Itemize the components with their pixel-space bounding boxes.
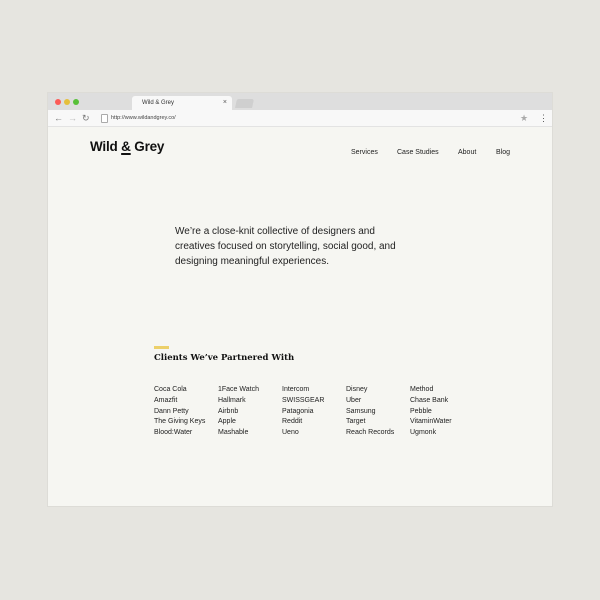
- forward-arrow-icon[interactable]: →: [68, 112, 77, 124]
- client-name: Amazfit: [154, 396, 178, 404]
- client-name: Mashable: [218, 429, 249, 437]
- clients-column: Disney Uber Samsung Target Reach Records: [346, 385, 394, 439]
- new-tab-button[interactable]: [235, 99, 254, 108]
- title-bar: Wild & Grey ×: [48, 93, 552, 110]
- nav-blog[interactable]: Blog: [496, 149, 510, 156]
- clients-column: 1Face Watch Hallmark Airbnb Apple Mashab…: [218, 385, 259, 439]
- logo-ampersand: &: [121, 139, 131, 154]
- client-name: Uber: [346, 396, 362, 404]
- nav-case-studies[interactable]: Case Studies: [397, 149, 439, 156]
- client-name: Reach Records: [346, 429, 395, 437]
- client-name: Method: [410, 386, 434, 393]
- menu-dots-icon[interactable]: ⋮: [539, 112, 548, 124]
- nav-services[interactable]: Services: [351, 149, 378, 156]
- browser-tab[interactable]: Wild & Grey ×: [132, 96, 232, 110]
- accent-bar: [154, 346, 169, 349]
- client-name: Pebble: [410, 407, 432, 415]
- tab-close-icon[interactable]: ×: [223, 96, 227, 110]
- maximize-window-button[interactable]: [73, 99, 79, 105]
- browser-window: Wild & Grey × ← → ↻ http://www.wildandgr…: [48, 93, 552, 506]
- page-icon: [101, 114, 108, 123]
- client-name: Hallmark: [218, 396, 246, 404]
- client-name: Blood:Water: [154, 429, 193, 437]
- site-logo[interactable]: Wild & Grey: [90, 139, 164, 154]
- logo-prefix: Wild: [90, 139, 118, 154]
- client-name: Airbnb: [218, 407, 239, 415]
- client-name: 1Face Watch: [218, 386, 259, 393]
- clients-column: Coca Cola Amazfit Dann Petty The Giving …: [154, 385, 205, 439]
- browser-toolbar: ← → ↻ http://www.wildandgrey.co/ ★ ⋮: [48, 110, 552, 127]
- client-name: Samsung: [346, 407, 376, 415]
- client-name: Intercom: [282, 386, 310, 393]
- tab-title: Wild & Grey: [142, 100, 175, 106]
- back-arrow-icon[interactable]: ←: [54, 112, 63, 124]
- client-name: Dann Petty: [154, 407, 189, 415]
- client-name: Patagonia: [282, 407, 314, 415]
- client-name: Reddit: [282, 418, 303, 426]
- clients-heading: Clients We’ve Partnered With: [154, 353, 295, 363]
- nav-about[interactable]: About: [458, 149, 476, 156]
- clients-column: Method Chase Bank Pebble VitaminWater Ug…: [410, 385, 452, 439]
- client-name: Ueno: [282, 429, 299, 437]
- url-text[interactable]: http://www.wildandgrey.co/: [111, 112, 176, 124]
- client-name: Apple: [218, 418, 236, 426]
- address-bar[interactable]: http://www.wildandgrey.co/: [96, 112, 536, 124]
- client-name: Disney: [346, 386, 368, 393]
- client-name: VitaminWater: [410, 418, 452, 426]
- clients-column: Intercom SWISSGEAR Patagonia Reddit Ueno: [282, 385, 324, 439]
- minimize-window-button[interactable]: [64, 99, 70, 105]
- client-name: The Giving Keys: [154, 418, 206, 426]
- client-name: Coca Cola: [154, 386, 187, 393]
- client-name: Ugmonk: [410, 429, 437, 437]
- client-name: Chase Bank: [410, 396, 449, 404]
- hero-text: We’re a close-knit collective of designe…: [175, 226, 396, 267]
- star-icon[interactable]: ★: [520, 112, 528, 124]
- reload-icon[interactable]: ↻: [82, 112, 90, 124]
- close-window-button[interactable]: [55, 99, 61, 105]
- website-content: Wild & Grey Services Case Studies About …: [48, 127, 552, 506]
- logo-suffix: Grey: [134, 139, 165, 154]
- client-name: Target: [346, 418, 366, 426]
- client-name: SWISSGEAR: [282, 396, 325, 404]
